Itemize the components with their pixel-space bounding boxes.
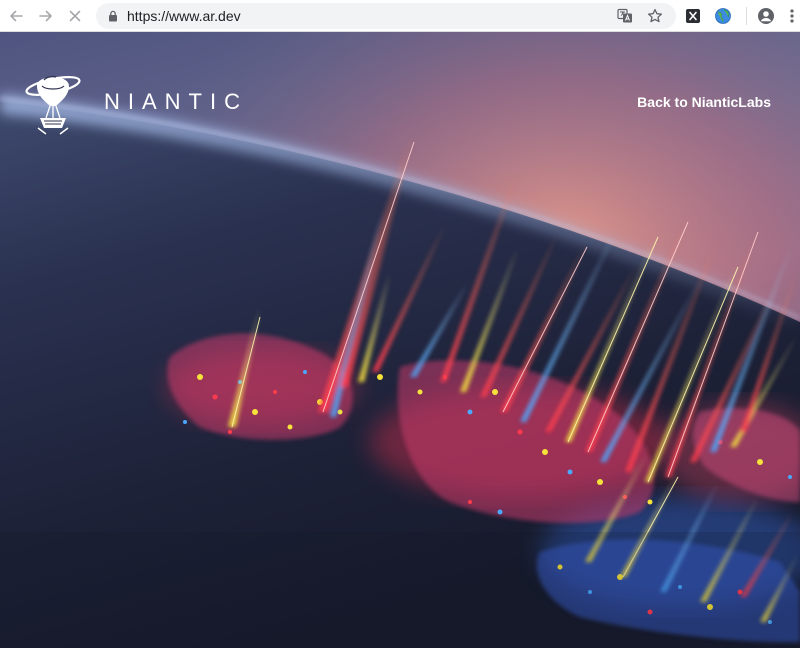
profile-icon [758, 8, 774, 24]
extension-globe-button[interactable] [713, 6, 733, 26]
profile-button[interactable] [756, 6, 776, 26]
extension-x-button[interactable] [683, 6, 703, 26]
url-text[interactable]: https://www.ar.dev [127, 7, 241, 25]
translate-icon [617, 8, 632, 23]
browser-window: https://www.ar.dev NIANTIC Back to Niant… [0, 0, 800, 648]
extension-globe-icon [715, 8, 731, 24]
forward-button[interactable] [34, 4, 58, 28]
page-content: NIANTIC Back to NianticLabs [0, 32, 800, 648]
niantic-logo-link[interactable]: NIANTIC [24, 68, 248, 136]
translate-button[interactable] [616, 7, 634, 25]
browser-toolbar: https://www.ar.dev [0, 0, 800, 32]
niantic-balloon-logo-icon [25, 75, 81, 135]
menu-dots-icon [790, 9, 794, 23]
address-bar[interactable]: https://www.ar.dev [96, 3, 676, 29]
stop-loading-icon [69, 10, 81, 22]
brand-wordmark: NIANTIC [104, 89, 248, 114]
extension-x-icon [686, 9, 700, 23]
star-icon [647, 8, 663, 23]
stop-loading-button[interactable] [63, 4, 87, 28]
back-arrow-icon [10, 10, 23, 22]
lock-icon[interactable] [107, 10, 119, 22]
back-button[interactable] [4, 4, 28, 28]
back-to-nianticlabs-link[interactable]: Back to NianticLabs [637, 94, 771, 110]
menu-button[interactable] [786, 6, 798, 26]
forward-arrow-icon [39, 10, 52, 22]
bookmark-star-button[interactable] [646, 7, 664, 25]
toolbar-separator [746, 7, 747, 25]
